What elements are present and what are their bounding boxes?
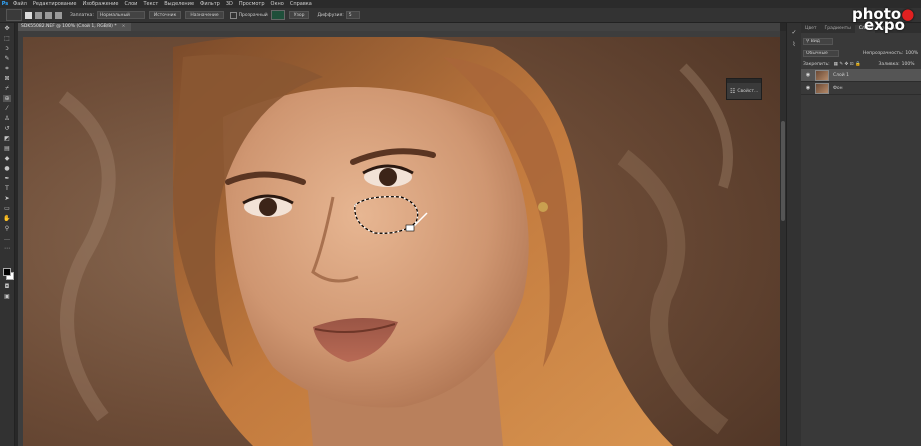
patch-tool-icon[interactable]: ⊕	[3, 95, 11, 102]
hand-tool-icon[interactable]: ✋	[3, 215, 11, 222]
patch-mode-select[interactable]: Нормальный	[96, 11, 145, 19]
document-tab[interactable]: SDK55082.NEF @ 100% (Слой 1, RGB/8) * ×	[18, 23, 132, 31]
patch-label: Заплатка:	[70, 12, 94, 18]
visibility-eye-icon[interactable]: ◉	[804, 72, 812, 78]
screen-mode-icon[interactable]: ▣	[3, 293, 11, 300]
transparent-label: Прозрачный	[238, 12, 268, 18]
lock-icons[interactable]: ▦ ✎ ✥ ⊡ 🔒	[834, 62, 861, 67]
blend-mode-select[interactable]: Обычные	[803, 49, 839, 57]
menu-layers[interactable]: Слои	[121, 1, 140, 7]
frame-tool-icon[interactable]: ⊠	[3, 75, 11, 82]
move-tool-icon[interactable]: ✥	[3, 25, 11, 32]
diffusion-label: Диффузия:	[317, 12, 344, 18]
history-brush-tool-icon[interactable]: ↺	[3, 125, 11, 132]
patch-tool-preset-icon[interactable]	[6, 9, 22, 21]
blur-tool-icon[interactable]: ◆	[3, 155, 11, 162]
layer-row-background[interactable]: ◉ Фон	[801, 82, 921, 95]
menu-3d[interactable]: 3D	[223, 1, 236, 7]
photoshop-logo: Ps	[1, 1, 9, 7]
use-pattern-button[interactable]: Узор	[288, 11, 310, 19]
pattern-swatch[interactable]	[270, 10, 285, 20]
properties-icon: ☷	[730, 87, 736, 95]
layer-kind-filter[interactable]: ⚲ Вид	[803, 37, 833, 45]
menu-bar: Ps Файл Редактирование Изображение Слои …	[0, 0, 921, 8]
toolbox: ✥ ⬚ ↄ ✎ ⌗ ⊠ ⌿ ⊕ ⁄ ♙ ↺ ◩ ▤ ◆ ● ✒ T ➤ ▭ ✋ …	[0, 23, 15, 446]
marquee-tool-icon[interactable]: ⬚	[3, 35, 11, 42]
dodge-tool-icon[interactable]: ●	[3, 165, 11, 172]
brush-settings-icon[interactable]: ✓	[790, 29, 798, 37]
layer-thumbnail	[815, 69, 829, 81]
layers-panel: Цвет Градиенты Слои Каналы ⚲ Вид Обычные…	[801, 23, 921, 446]
type-tool-icon[interactable]: T	[3, 185, 11, 192]
eraser-tool-icon[interactable]: ◩	[3, 135, 11, 142]
menu-window[interactable]: Окно	[268, 1, 287, 7]
subtract-selection-icon[interactable]	[45, 11, 52, 19]
zoom-tool-icon[interactable]: ⚲	[3, 225, 11, 232]
diffusion-input[interactable]: 5	[345, 11, 360, 19]
fill-label: Заливка:	[878, 61, 900, 67]
panel-icon-strip: ✓ ⌇	[786, 23, 801, 446]
lasso-tool-icon[interactable]: ↄ	[3, 45, 11, 52]
photo-expo-watermark-logo: photo● expo	[852, 5, 915, 34]
eyedropper-tool-icon[interactable]: ⌿	[3, 85, 11, 92]
layer-name: Фон	[833, 85, 843, 91]
layer-thumbnail	[815, 82, 829, 94]
close-tab-icon[interactable]: ×	[122, 24, 126, 29]
intersect-selection-icon[interactable]	[55, 11, 62, 19]
brush-tool-icon[interactable]: ⁄	[3, 105, 11, 112]
menu-filter[interactable]: Фильтр	[197, 1, 223, 7]
path-select-tool-icon[interactable]: ➤	[3, 195, 11, 202]
clone-stamp-tool-icon[interactable]: ♙	[3, 115, 11, 122]
menu-image[interactable]: Изображение	[79, 1, 121, 7]
transparent-checkbox[interactable]	[229, 11, 237, 19]
document-canvas[interactable]	[23, 37, 780, 446]
kind-label: Вид	[810, 38, 820, 44]
properties-panel-collapsed[interactable]: ☷ Свойст...	[726, 78, 762, 100]
menu-help[interactable]: Справка	[287, 1, 315, 7]
scrollbar-thumb[interactable]	[781, 121, 785, 221]
crop-tool-icon[interactable]: ⌗	[3, 65, 11, 72]
properties-label: Свойст...	[737, 88, 759, 94]
history-icon[interactable]: ⌇	[790, 41, 798, 49]
menu-type[interactable]: Текст	[140, 1, 161, 7]
foreground-color-swatch[interactable]	[3, 268, 11, 276]
destination-button[interactable]: Назначение	[185, 11, 224, 19]
tab-color[interactable]: Цвет	[801, 25, 821, 33]
menu-select[interactable]: Выделение	[161, 1, 197, 7]
document-tab-bar: SDK55082.NEF @ 100% (Слой 1, RGB/8) * ×	[18, 23, 780, 31]
edit-toolbar-icon[interactable]: ⋯	[3, 245, 11, 252]
options-bar: Заплатка: Нормальный Источник Назначение…	[0, 8, 921, 23]
portrait-image	[23, 37, 780, 446]
opacity-label: Непрозрачность:	[863, 50, 904, 56]
fill-value[interactable]: 100%	[902, 62, 915, 67]
gradient-tool-icon[interactable]: ▤	[3, 145, 11, 152]
menu-edit[interactable]: Редактирование	[30, 1, 80, 7]
new-selection-icon[interactable]	[25, 11, 32, 19]
lock-label: Закрепить:	[803, 61, 830, 67]
opacity-value[interactable]: 100%	[905, 51, 918, 56]
quick-select-tool-icon[interactable]: ✎	[3, 55, 11, 62]
document-tab-title: SDK55082.NEF @ 100% (Слой 1, RGB/8) *	[21, 24, 117, 29]
layer-row-layer1[interactable]: ◉ Слой 1	[801, 69, 921, 82]
shape-tool-icon[interactable]: ▭	[3, 205, 11, 212]
pen-tool-icon[interactable]: ✒	[3, 175, 11, 182]
visibility-eye-icon[interactable]: ◉	[804, 85, 812, 91]
add-selection-icon[interactable]	[35, 11, 42, 19]
menu-view[interactable]: Просмотр	[236, 1, 268, 7]
layer-name: Слой 1	[833, 72, 849, 78]
tab-gradients[interactable]: Градиенты	[821, 25, 855, 33]
more-tools-icon[interactable]: …	[3, 235, 11, 242]
source-button[interactable]: Источник	[148, 11, 182, 19]
menu-file[interactable]: Файл	[10, 1, 30, 7]
quick-mask-icon[interactable]: ◘	[3, 283, 11, 290]
